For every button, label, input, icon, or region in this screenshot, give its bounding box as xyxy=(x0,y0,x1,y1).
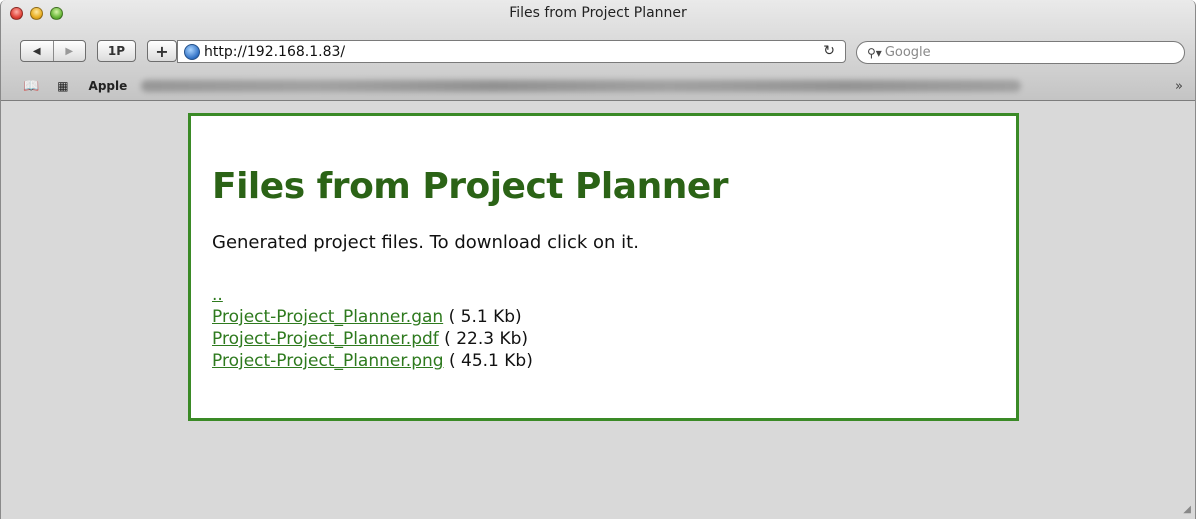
reload-icon[interactable]: ↻ xyxy=(823,43,835,59)
file-size: ( 5.1 Kb) xyxy=(448,307,522,327)
bookmark-apple[interactable]: Apple xyxy=(89,79,128,93)
bookmarks-overflow-icon[interactable]: » xyxy=(1175,79,1183,94)
list-item: Project-Project_Planner.png ( 45.1 Kb) xyxy=(212,350,995,372)
search-icon[interactable]: ⚲▾ xyxy=(867,46,882,60)
list-item: .. xyxy=(212,284,995,306)
page-content: Files from Project Planner Generated pro… xyxy=(1,101,1195,519)
add-bookmark-button[interactable]: + xyxy=(147,40,177,62)
file-size: ( 45.1 Kb) xyxy=(448,351,533,371)
url-text[interactable]: http://192.168.1.83/ xyxy=(204,44,345,60)
top-sites-grid-icon[interactable]: ▦ xyxy=(57,79,68,93)
parent-directory-link[interactable]: .. xyxy=(212,285,223,305)
book-icon[interactable]: 📖 xyxy=(23,79,39,94)
file-link-gan[interactable]: Project-Project_Planner.gan xyxy=(212,307,443,327)
search-placeholder: Google xyxy=(884,45,931,60)
back-button[interactable]: ◀ xyxy=(21,46,53,57)
blurred-bookmarks xyxy=(141,80,1022,92)
browser-chrome: Files from Project Planner ◀ ▶ 1P + http… xyxy=(1,0,1195,101)
list-item: Project-Project_Planner.gan ( 5.1 Kb) xyxy=(212,306,995,328)
page-description: Generated project files. To download cli… xyxy=(212,232,639,253)
list-item: Project-Project_Planner.pdf ( 22.3 Kb) xyxy=(212,328,995,350)
address-bar[interactable]: http://192.168.1.83/ ↻ xyxy=(177,40,846,63)
file-link-png[interactable]: Project-Project_Planner.png xyxy=(212,351,444,371)
search-input[interactable]: ⚲▾ Google xyxy=(856,41,1185,64)
onepassword-button[interactable]: 1P xyxy=(97,40,136,62)
files-panel: Files from Project Planner Generated pro… xyxy=(188,113,1019,421)
file-size: ( 22.3 Kb) xyxy=(444,329,529,349)
globe-icon xyxy=(184,43,200,60)
file-link-pdf[interactable]: Project-Project_Planner.pdf xyxy=(212,329,439,349)
forward-button[interactable]: ▶ xyxy=(54,46,86,57)
window-title: Files from Project Planner xyxy=(509,5,687,21)
resize-grip-icon[interactable]: ◢ xyxy=(1183,504,1191,515)
back-forward-buttons: ◀ ▶ xyxy=(20,40,86,62)
page-title: Files from Project Planner xyxy=(212,166,729,207)
browser-window: Files from Project Planner ◀ ▶ 1P + http… xyxy=(0,0,1196,519)
bookmarks-bar: 📖 ▦ Apple » xyxy=(1,75,1195,97)
file-list: .. Project-Project_Planner.gan ( 5.1 Kb)… xyxy=(212,284,995,372)
